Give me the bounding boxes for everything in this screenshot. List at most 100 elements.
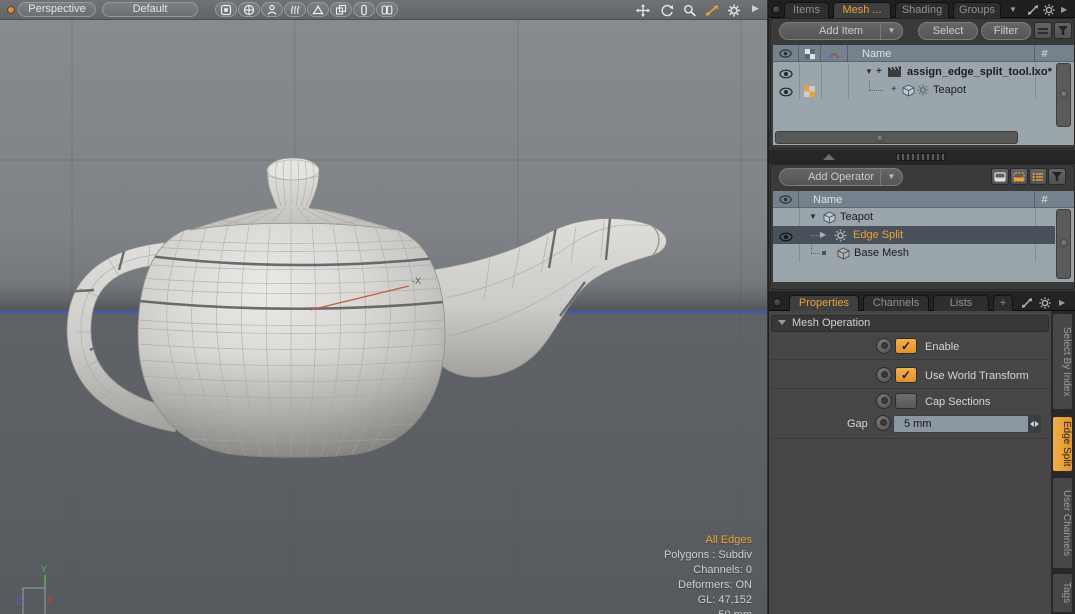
properties-gear-icon[interactable]	[1039, 296, 1052, 308]
operator-row-label[interactable]: Teapot	[840, 208, 873, 226]
render-column-checker-icon[interactable]	[799, 45, 821, 62]
panel-gear-icon[interactable]	[1043, 3, 1056, 15]
operator-row-base-mesh[interactable]: Base Mesh	[773, 244, 1055, 262]
side-tab-strip: Select By Index Edge Split User Channels…	[1051, 311, 1075, 614]
view-solo-icon[interactable]	[991, 168, 1009, 185]
draw-style-person-icon[interactable]	[261, 2, 283, 17]
side-tab-edge-split[interactable]: Edge Split	[1052, 416, 1073, 472]
axis-gizmo: Y X Z	[16, 564, 53, 614]
item-list-hscrollbar[interactable]	[775, 131, 1018, 144]
divider-collapse-triangle-icon[interactable]	[823, 154, 835, 160]
use-world-transform-checkbox[interactable]: ✓	[895, 367, 917, 383]
section-title: Mesh Operation	[792, 316, 870, 331]
visibility-eye-icon[interactable]	[779, 85, 793, 103]
tab-items[interactable]: Items	[784, 2, 829, 18]
tree-branch-line	[811, 253, 820, 254]
collapse-triangle-icon[interactable]: ▼	[809, 208, 817, 226]
properties-more-arrow-icon[interactable]: ▶	[1059, 298, 1072, 310]
properties-menu-button[interactable]	[773, 298, 782, 307]
enable-channel-button[interactable]	[876, 338, 892, 354]
name-column-header[interactable]: Name	[799, 191, 1035, 208]
item-row-teapot[interactable]: + Teapot	[773, 81, 1055, 99]
tab-shading[interactable]: Shading	[895, 2, 949, 18]
side-tab-user-channels[interactable]: User Channels	[1052, 477, 1073, 569]
render-checker-icon[interactable]	[804, 85, 815, 103]
visibility-column-eye-icon[interactable]	[773, 191, 799, 208]
operator-filter-funnel-icon[interactable]	[1048, 168, 1066, 185]
z-axis-label: Z	[16, 596, 22, 606]
view-list-icon[interactable]	[1029, 168, 1047, 185]
tab-lists[interactable]: Lists	[933, 295, 989, 311]
operator-row-edge-split[interactable]: ▶ Edge Split	[773, 226, 1055, 244]
panel-menu-button[interactable]	[772, 5, 781, 14]
item-row-label[interactable]: Teapot	[933, 81, 966, 99]
viewport-3d[interactable]: -X Y X Z All Edges Polygons : Subdiv Cha…	[0, 20, 767, 614]
pan-view-icon[interactable]	[636, 4, 650, 17]
operator-row-label[interactable]: Edge Split	[853, 226, 903, 244]
view-default-button[interactable]: Default	[102, 2, 198, 17]
num-column-header[interactable]: #	[1035, 191, 1054, 208]
perspective-button[interactable]: Perspective	[18, 2, 96, 17]
expand-plus-icon[interactable]: +	[876, 63, 882, 81]
properties-panel: Properties Channels Lists + ▶ Mesh Opera…	[769, 291, 1075, 614]
gap-spinner[interactable]	[1028, 415, 1041, 433]
teapot-mesh[interactable]: -X	[64, 158, 666, 457]
name-column-header[interactable]: Name	[848, 45, 1035, 62]
draw-style-overlap-squares-icon[interactable]	[330, 2, 352, 17]
viewport-settings-gear-icon[interactable]	[727, 4, 741, 17]
add-operator-dropdown-icon[interactable]: ▼	[880, 169, 902, 185]
draw-style-book-icon[interactable]	[376, 2, 398, 17]
item-list-vscrollbar[interactable]	[1056, 63, 1071, 127]
mesh-operation-section-header[interactable]: Mesh Operation	[771, 315, 1049, 332]
operator-row-teapot[interactable]: ▼ Teapot	[773, 208, 1055, 226]
draw-style-waves-icon[interactable]	[284, 2, 306, 17]
spinner-left-icon[interactable]	[1030, 421, 1034, 427]
expand-triangle-icon[interactable]: ▶	[820, 226, 826, 244]
tab-overflow-arrow-icon[interactable]: ▼	[1009, 5, 1022, 17]
tab-groups[interactable]: Groups	[953, 2, 1001, 18]
panel-expand-icon[interactable]	[1027, 3, 1040, 15]
item-row-scene[interactable]: ▼ + assign_edge_split_tool.lxo*	[773, 63, 1055, 81]
uwt-chann el-button[interactable]	[876, 367, 892, 383]
collapse-triangle-icon[interactable]: ▼	[865, 63, 873, 81]
tab-channels[interactable]: Channels	[863, 295, 929, 311]
properties-expand-icon[interactable]	[1021, 296, 1034, 308]
operator-list-vscrollbar[interactable]	[1056, 209, 1071, 279]
select-button[interactable]: Select	[918, 22, 978, 40]
gap-channel-button[interactable]	[875, 415, 891, 431]
viewport-more-arrow-icon[interactable]: ▶	[752, 3, 766, 16]
draw-style-capsule-icon[interactable]	[353, 2, 375, 17]
panel-more-arrow-icon[interactable]: ▶	[1061, 5, 1074, 17]
cap-sections-checkbox[interactable]	[895, 393, 917, 409]
list-options-icon[interactable]	[1034, 22, 1052, 39]
orbit-view-icon[interactable]	[660, 4, 674, 17]
side-tab-select-by-index[interactable]: Select By Index	[1052, 313, 1073, 410]
filter-button[interactable]: Filter	[981, 22, 1031, 40]
draw-style-triangle-icon[interactable]	[307, 2, 329, 17]
item-row-label[interactable]: assign_edge_split_tool.lxo*	[907, 63, 1052, 81]
add-operator-button[interactable]: Add Operator ▼	[779, 168, 903, 186]
spinner-right-icon[interactable]	[1035, 421, 1039, 427]
tab-add[interactable]: +	[993, 295, 1013, 311]
axis-column-icon[interactable]	[821, 45, 848, 62]
tab-mesh[interactable]: Mesh ...	[833, 2, 891, 18]
add-item-dropdown-icon[interactable]: ▼	[880, 23, 902, 39]
visibility-column-eye-icon[interactable]	[773, 45, 799, 62]
zoom-view-icon[interactable]	[683, 4, 697, 17]
enable-checkbox[interactable]: ✓	[895, 338, 917, 354]
fit-view-icon[interactable]	[705, 4, 719, 17]
divider-thumbwheel[interactable]	[896, 153, 946, 161]
viewport-state-dot[interactable]	[7, 6, 15, 14]
gap-input[interactable]	[893, 415, 1041, 433]
expand-plus-icon[interactable]: +	[891, 81, 897, 99]
tab-properties[interactable]: Properties	[789, 295, 859, 311]
cap-sections-channel-button[interactable]	[876, 393, 892, 409]
view-ghost-icon[interactable]	[1010, 168, 1028, 185]
num-column-header[interactable]: #	[1035, 45, 1054, 62]
draw-style-square-icon[interactable]	[215, 2, 237, 17]
add-item-button[interactable]: Add Item ▼	[779, 22, 903, 40]
operator-row-label[interactable]: Base Mesh	[854, 244, 909, 262]
filter-funnel-icon[interactable]	[1054, 22, 1072, 39]
side-tab-tags[interactable]: Tags	[1052, 573, 1073, 613]
draw-style-globe-icon[interactable]	[238, 2, 260, 17]
